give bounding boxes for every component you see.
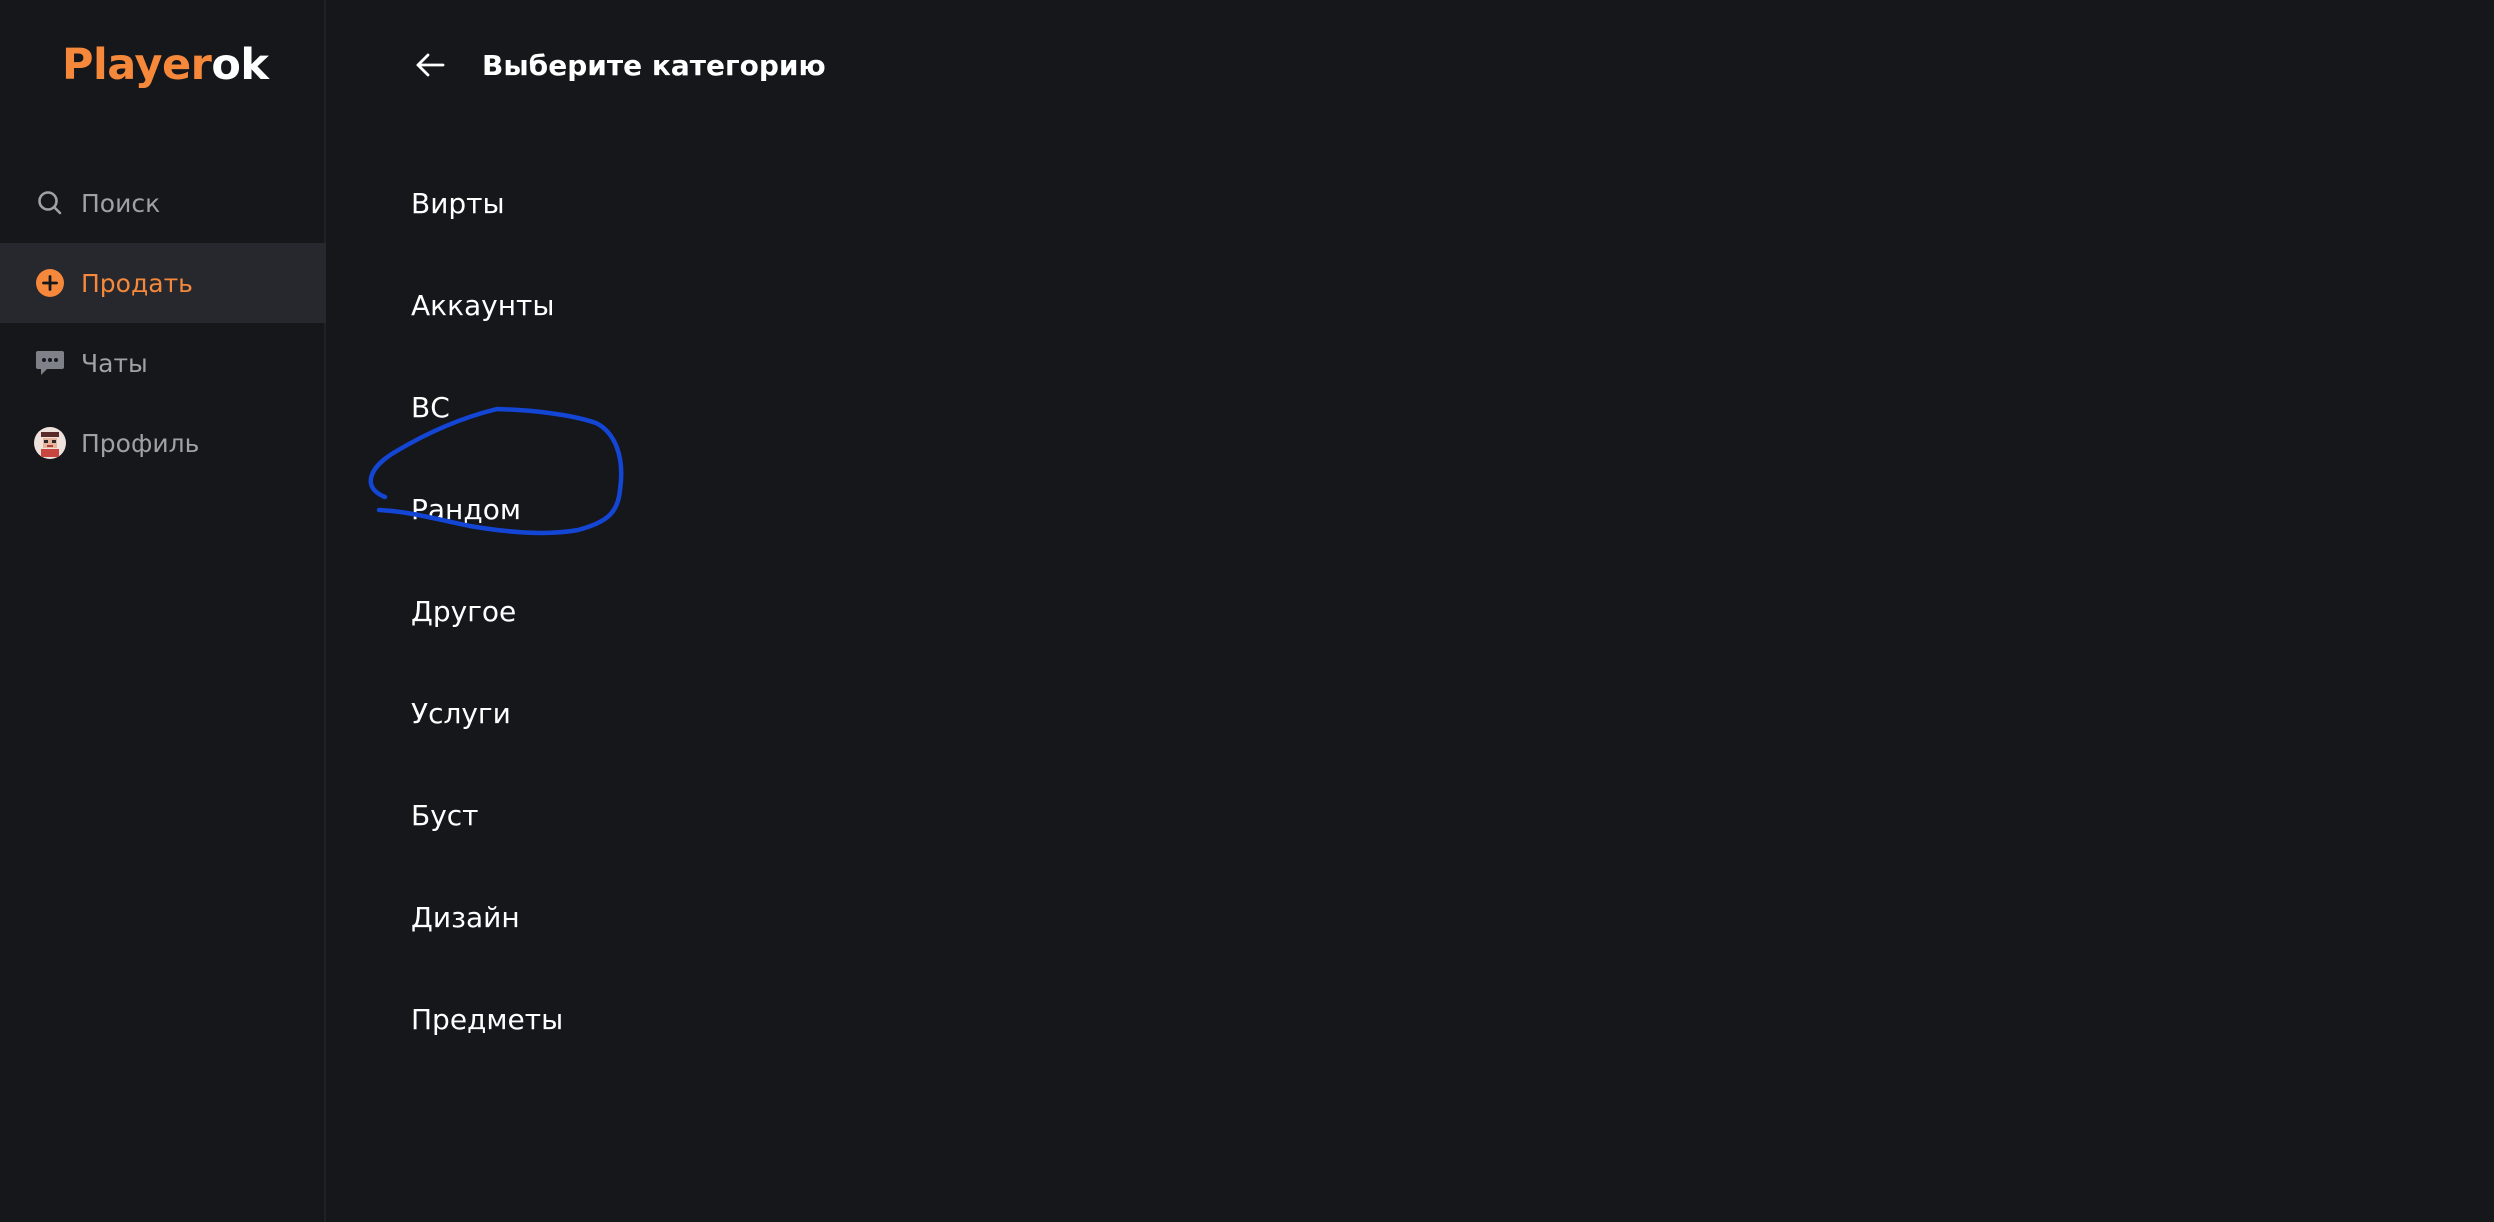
sidebar-nav: Поиск Продать Чаты Профиль bbox=[0, 163, 326, 483]
avatar-icon bbox=[34, 427, 66, 459]
logo[interactable]: Playerok bbox=[62, 36, 269, 94]
back-button[interactable] bbox=[410, 45, 450, 85]
main-content: Выберите категорию Вирты Аккаунты ВС Ран… bbox=[326, 0, 2494, 1222]
category-item-random[interactable]: Рандом bbox=[411, 458, 563, 560]
category-item-services[interactable]: Услуги bbox=[411, 662, 563, 764]
sidebar-item-search[interactable]: Поиск bbox=[0, 163, 326, 243]
arrow-left-icon bbox=[416, 53, 445, 77]
category-item-vs[interactable]: ВС bbox=[411, 356, 563, 458]
category-item-other[interactable]: Другое bbox=[411, 560, 563, 662]
sidebar: Playerok Поиск Продать Чаты Профиль bbox=[0, 0, 326, 1222]
sidebar-item-label: Поиск bbox=[81, 188, 161, 218]
app-window: Playerok Поиск Продать Чаты Профиль Выбе… bbox=[0, 0, 2494, 1222]
category-item-design[interactable]: Дизайн bbox=[411, 866, 563, 968]
page-header: Выберите категорию bbox=[410, 40, 826, 90]
sidebar-item-chats[interactable]: Чаты bbox=[0, 323, 326, 403]
category-item-boost[interactable]: Буст bbox=[411, 764, 563, 866]
chat-icon bbox=[34, 347, 66, 379]
category-item-virty[interactable]: Вирты bbox=[411, 152, 563, 254]
logo-text-ok: ok bbox=[211, 40, 269, 90]
sidebar-item-profile[interactable]: Профиль bbox=[0, 403, 326, 483]
sidebar-item-label: Профиль bbox=[81, 428, 200, 458]
sidebar-item-sell[interactable]: Продать bbox=[0, 243, 326, 323]
sidebar-item-label: Чаты bbox=[81, 348, 148, 378]
category-item-accounts[interactable]: Аккаунты bbox=[411, 254, 563, 356]
sidebar-item-label: Продать bbox=[81, 268, 193, 298]
plus-circle-icon bbox=[34, 267, 66, 299]
page-title: Выберите категорию bbox=[482, 48, 826, 82]
category-item-items[interactable]: Предметы bbox=[411, 968, 563, 1070]
category-list: Вирты Аккаунты ВС Рандом Другое Услуги Б… bbox=[411, 152, 563, 1070]
search-icon bbox=[34, 187, 66, 219]
logo-text-player: Player bbox=[62, 40, 212, 90]
